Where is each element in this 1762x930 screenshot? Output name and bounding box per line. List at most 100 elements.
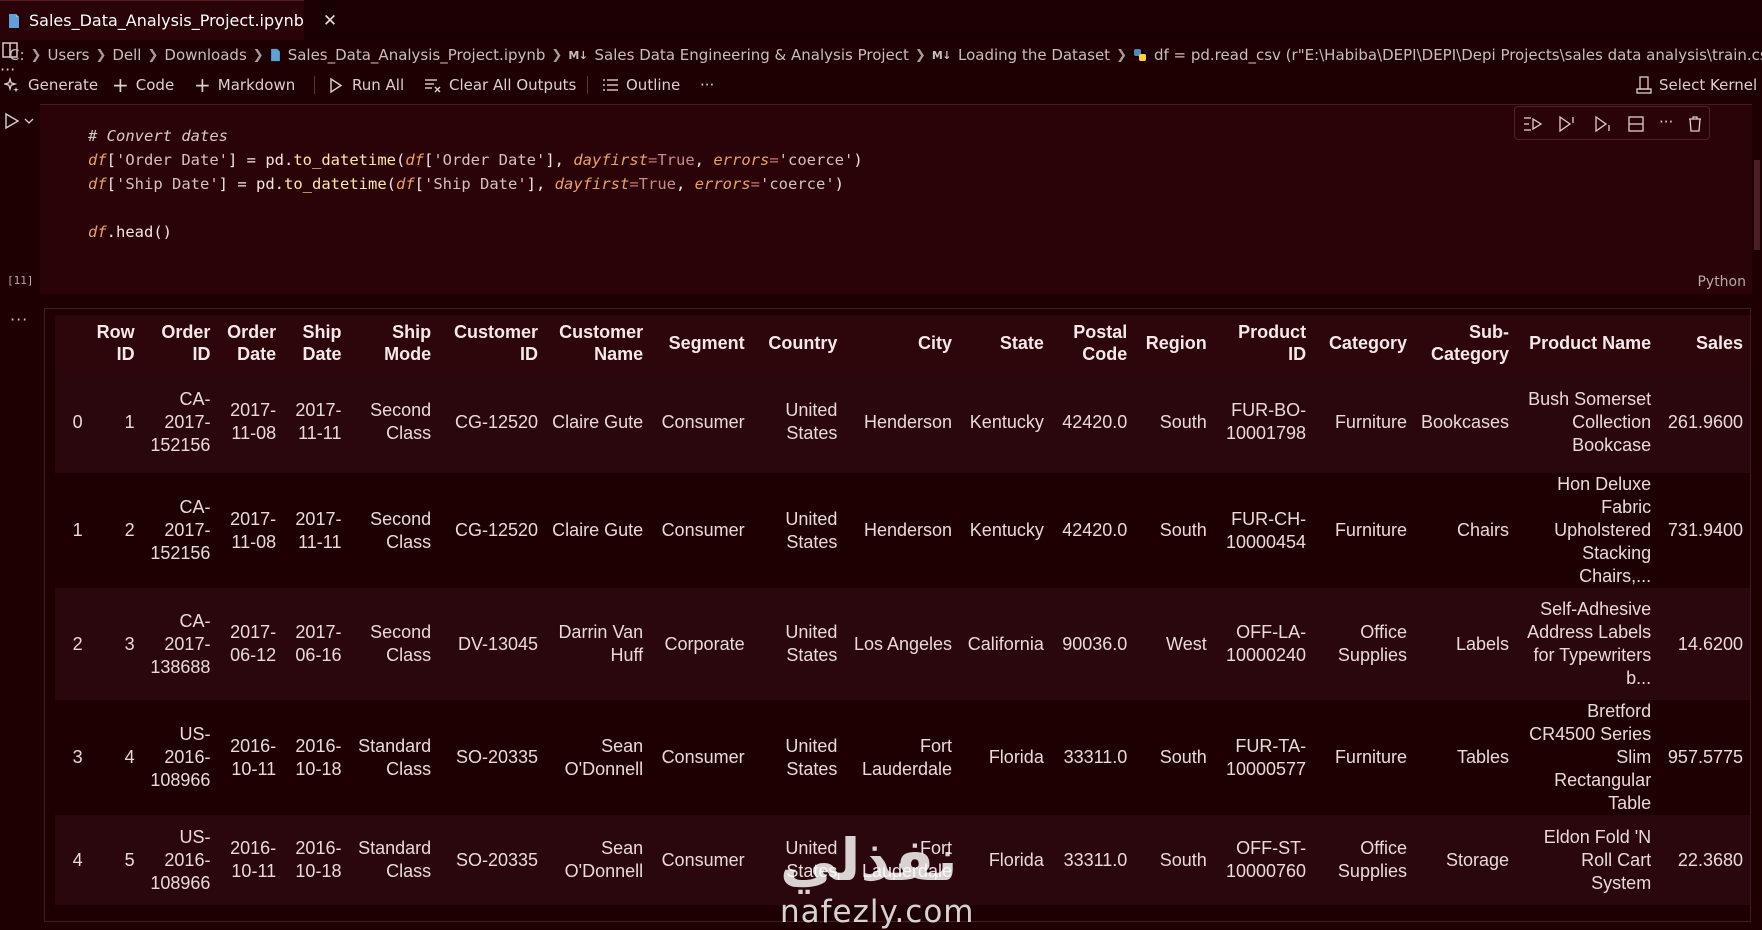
table-cell: 1	[124, 411, 135, 432]
generate-label: Generate	[28, 76, 99, 94]
notebook-toolbar: Generate + Code + Markdown Run All Clear…	[0, 70, 1762, 100]
table-row: 3 4 US-2016-108966 2016-10-11 2016-10-18 Stan…	[55, 700, 1750, 815]
cell-language[interactable]: Python	[1697, 274, 1746, 290]
delete-cell-icon[interactable]	[1687, 115, 1703, 133]
code-line-comment: # Convert dates	[88, 127, 228, 145]
clear-outputs-icon	[425, 78, 441, 92]
table-cell: 2017-11-11	[295, 508, 342, 552]
breadcrumb-downloads[interactable]: Downloads	[164, 46, 246, 64]
tab-close-icon[interactable]: ✕	[323, 11, 337, 31]
table-cell: Bookcases	[1420, 411, 1510, 432]
more-toolbar-button[interactable]: ···	[700, 70, 714, 100]
table-cell: Furniture	[1334, 747, 1407, 767]
kernel-icon	[1636, 76, 1652, 94]
chevron-right-icon: ❯	[914, 47, 926, 63]
cell-more-icon[interactable]: ···	[1659, 113, 1673, 131]
column-header: Customer ID	[454, 322, 539, 364]
notebook-file-icon	[8, 13, 20, 29]
column-header: Region	[1145, 333, 1207, 353]
code-editor[interactable]: # Convert dates df['Order Date'] = pd.to_…	[88, 124, 863, 244]
table-cell: OFF-ST-10000760	[1225, 838, 1307, 881]
plus-icon: +	[112, 73, 129, 97]
run-all-button[interactable]: Run All	[328, 70, 404, 100]
column-header: City	[918, 333, 953, 353]
execution-count: [11]	[7, 274, 34, 287]
table-cell: DV-13045	[457, 633, 539, 654]
table-cell: Self-Adhesive Address Labels for Typewri…	[1527, 599, 1652, 688]
table-cell: Fort Lauderdale	[861, 735, 953, 779]
breadcrumb-notebook-label: Sales_Data_Analysis_Project.ipynb	[287, 46, 546, 64]
table-cell: SO-20335	[455, 849, 539, 870]
breadcrumb-section-loading[interactable]: M↓ Loading the Dataset	[932, 46, 1110, 64]
column-header: Postal Code	[1073, 322, 1128, 364]
column-header	[55, 315, 90, 371]
table-cell: 33311.0	[1063, 747, 1128, 767]
table-cell: Henderson	[864, 520, 953, 540]
table-cell: United States	[785, 400, 838, 443]
table-cell: Standard Class	[358, 838, 432, 881]
breadcrumb-notebook[interactable]: Sales_Data_Analysis_Project.ipynb	[270, 46, 546, 64]
table-cell: South	[1159, 849, 1207, 870]
column-header: Sales	[1695, 333, 1743, 353]
breadcrumb-drive[interactable]: C:	[9, 46, 25, 64]
table-cell: 957.5775	[1667, 747, 1743, 767]
outline-button[interactable]: Outline	[602, 70, 680, 100]
table-cell: 731.9400	[1667, 520, 1743, 540]
add-markdown-button[interactable]: + Markdown	[194, 70, 295, 100]
run-cell-button[interactable]	[4, 112, 34, 130]
clear-all-outputs-button[interactable]: Clear All Outputs	[424, 70, 576, 100]
table-cell: SO-20335	[455, 747, 539, 767]
breadcrumb-section-label: Loading the Dataset	[957, 46, 1111, 64]
run-above-icon[interactable]	[1557, 115, 1577, 133]
table-cell: 4	[124, 747, 135, 767]
table-cell: Second Class	[370, 508, 432, 552]
add-code-button[interactable]: + Code	[112, 70, 174, 100]
chevron-right-icon: ❯	[30, 47, 42, 63]
output-more-icon[interactable]: ···	[10, 310, 28, 329]
row-index-cell: 1	[72, 520, 83, 540]
table-cell: Chairs	[1457, 520, 1510, 540]
chevron-right-icon: ❯	[95, 47, 107, 63]
table-cell: FUR-BO-10001798	[1225, 400, 1307, 443]
table-cell: South	[1159, 411, 1207, 432]
table-cell: 2017-11-11	[295, 400, 342, 443]
table-cell: Eldon Fold 'N Roll Cart System	[1543, 826, 1652, 893]
watermark-latin: nafezly.com	[780, 894, 975, 930]
select-kernel-button[interactable]: Select Kernel	[1636, 70, 1757, 100]
code-line-3: df.head()	[88, 223, 172, 241]
column-header: Order ID	[161, 322, 211, 364]
table-cell: Consumer	[661, 849, 745, 870]
select-kernel-label: Select Kernel	[1659, 76, 1758, 94]
run-by-line-icon[interactable]	[1523, 115, 1543, 133]
table-cell: Storage	[1445, 849, 1510, 870]
breadcrumb-users[interactable]: Users	[47, 46, 89, 64]
split-cell-icon[interactable]	[1627, 115, 1645, 133]
table-cell: 2017-06-16	[295, 622, 342, 665]
table-cell: Sean O'Donnell	[564, 735, 644, 779]
table-body: 0 1 CA-2017-152156 2017-11-08 2017-11-11 Seco…	[55, 371, 1750, 905]
run-all-label: Run All	[352, 76, 405, 94]
chevron-right-icon: ❯	[1116, 47, 1127, 63]
breadcrumb-dell[interactable]: Dell	[112, 46, 141, 64]
table-cell: 2017-06-12	[230, 622, 277, 665]
table-cell: FUR-CH-10000454	[1225, 508, 1307, 552]
table-cell: Consumer	[661, 747, 745, 767]
table-cell: Kentucky	[969, 520, 1044, 540]
breadcrumb-section-project[interactable]: M↓ Sales Data Engineering & Analysis Pro…	[568, 46, 909, 64]
cell-scrollbar[interactable]	[1754, 160, 1760, 250]
table-cell: Henderson	[864, 411, 953, 432]
tab-notebook[interactable]: Sales_Data_Analysis_Project.ipynb ✕	[0, 0, 337, 40]
column-header: Country	[768, 333, 838, 353]
table-cell: Office Supplies	[1337, 622, 1407, 665]
table-cell: Tables	[1457, 747, 1510, 767]
tab-label: Sales_Data_Analysis_Project.ipynb	[29, 11, 304, 30]
breadcrumb: C: ❯ Users ❯ Dell ❯ Downloads ❯ Sales_Da…	[0, 42, 1762, 68]
table-cell: 2016-10-11	[230, 735, 277, 779]
watermark-logo: نفذلي nafezly.com	[760, 826, 1010, 930]
row-index-cell: 0	[72, 411, 83, 432]
generate-button[interactable]: Generate	[4, 70, 98, 100]
breadcrumb-code-cell[interactable]: df = pd.read_csv (r"E:\Habiba\DEPI\DEPI\…	[1133, 46, 1762, 64]
run-below-icon[interactable]	[1593, 115, 1613, 133]
tab-bar: Sales_Data_Analysis_Project.ipynb ✕ ···	[0, 0, 1762, 79]
play-icon	[5, 112, 20, 130]
